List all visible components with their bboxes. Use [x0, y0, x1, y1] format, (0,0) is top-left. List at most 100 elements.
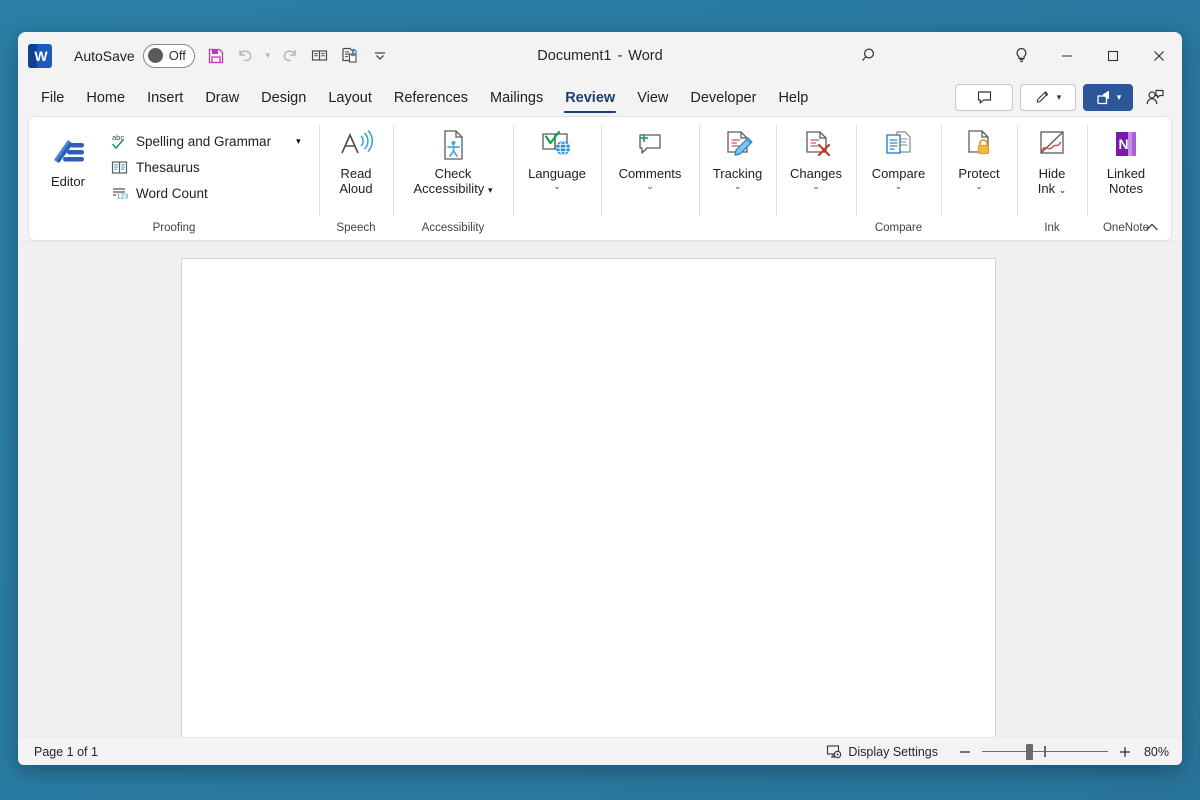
editor-label: Editor: [51, 174, 85, 189]
tab-label: References: [394, 90, 468, 106]
zoom-slider-thumb[interactable]: [1026, 744, 1033, 760]
share-button[interactable]: ▾: [1083, 84, 1133, 111]
autosave-label: AutoSave: [74, 48, 135, 64]
tab-label: Review: [565, 90, 615, 106]
zoom-slider[interactable]: [982, 741, 1108, 763]
group-label-comments: [603, 220, 697, 240]
zoom-level[interactable]: 80%: [1136, 745, 1174, 759]
abc-check-icon: abc: [110, 132, 129, 151]
save-button[interactable]: [201, 41, 231, 71]
app-name: Word: [628, 48, 662, 64]
maximize-button[interactable]: [1090, 32, 1136, 79]
chevron-down-icon: ▾: [1057, 93, 1062, 102]
compare-label: Compare: [872, 166, 925, 181]
reject-change-icon: [797, 125, 835, 165]
group-label-proofing: Proofing: [31, 220, 317, 240]
feedback-button[interactable]: [998, 32, 1044, 79]
page-status[interactable]: Page 1 of 1: [26, 745, 106, 759]
export-button[interactable]: [335, 41, 365, 71]
tab-insert[interactable]: Insert: [136, 79, 194, 116]
person-comment-icon: [1145, 88, 1165, 107]
tab-design[interactable]: Design: [250, 79, 317, 116]
tab-file[interactable]: File: [30, 79, 75, 116]
collapse-ribbon-button[interactable]: [1139, 216, 1165, 238]
chevron-down-icon[interactable]: ⌄: [1059, 185, 1067, 195]
comments-group-button[interactable]: Comments ⌄: [605, 122, 695, 193]
spelling-and-grammar-label: Spelling and Grammar: [136, 134, 271, 149]
tab-help[interactable]: Help: [767, 79, 819, 116]
presence-button[interactable]: [1140, 84, 1170, 111]
tab-label: Help: [778, 90, 808, 106]
document-canvas[interactable]: [18, 241, 1182, 737]
language-label: Language: [528, 166, 586, 181]
zoom-in-button[interactable]: [1114, 741, 1136, 763]
tab-draw[interactable]: Draw: [194, 79, 250, 116]
tab-mailings[interactable]: Mailings: [479, 79, 554, 116]
chevron-down-small-icon: [371, 47, 389, 65]
tab-label: Developer: [690, 90, 756, 106]
language-button[interactable]: Language ⌄: [517, 122, 597, 193]
minimize-icon: [1060, 49, 1074, 63]
display-settings-button[interactable]: Display Settings: [820, 742, 944, 762]
quick-access-toolbar: ▾: [201, 41, 395, 71]
close-button[interactable]: [1136, 32, 1182, 79]
thesaurus-label: Thesaurus: [136, 160, 200, 175]
compare-docs-icon: [880, 125, 918, 165]
group-label-speech: Speech: [321, 220, 391, 240]
spelling-and-grammar-dropdown[interactable]: ▾: [290, 128, 307, 154]
tab-layout[interactable]: Layout: [317, 79, 383, 116]
read-aloud-button[interactable]: Read Aloud: [323, 122, 389, 198]
spelling-and-grammar-button[interactable]: abc Spelling and Grammar: [105, 128, 276, 154]
editing-mode-button[interactable]: ▾: [1020, 84, 1076, 111]
redo-icon: [280, 46, 299, 65]
chevron-down-icon[interactable]: ▾: [488, 185, 493, 195]
changes-button[interactable]: Changes ⌄: [780, 122, 852, 193]
tab-review[interactable]: Review: [554, 79, 626, 116]
minimize-button[interactable]: [1044, 32, 1090, 79]
hide-ink-icon: [1033, 125, 1071, 165]
tab-developer[interactable]: Developer: [679, 79, 767, 116]
customize-qat-button[interactable]: [365, 41, 395, 71]
autosave-toggle[interactable]: Off: [143, 44, 195, 68]
tracking-button[interactable]: Tracking ⌄: [703, 122, 773, 193]
chevron-down-icon[interactable]: ⌄: [553, 182, 561, 191]
check-accessibility-text: Check Accessibility: [414, 166, 485, 196]
word-application-window: AutoSave Off ▾: [18, 32, 1182, 765]
undo-button[interactable]: [231, 41, 261, 71]
svg-text:N: N: [1119, 136, 1129, 152]
check-accessibility-button[interactable]: Check Accessibility ▾: [397, 122, 509, 198]
title-separator: -: [617, 48, 622, 64]
print-layout-button[interactable]: [305, 41, 335, 71]
chevron-down-icon[interactable]: ⌄: [895, 182, 903, 191]
chevron-down-icon[interactable]: ⌄: [975, 182, 983, 191]
document-page[interactable]: [181, 258, 996, 737]
group-label-tracking: [701, 220, 774, 240]
zoom-out-button[interactable]: [954, 741, 976, 763]
protect-button[interactable]: Protect ⌄: [945, 122, 1013, 193]
thesaurus-button[interactable]: Thesaurus: [105, 154, 307, 180]
protect-label: Protect: [958, 166, 999, 181]
chevron-down-icon[interactable]: ⌄: [646, 182, 654, 191]
display-settings-icon: [826, 744, 843, 760]
redo-button[interactable]: [275, 41, 305, 71]
plus-icon: [1118, 745, 1132, 759]
compare-button[interactable]: Compare ⌄: [860, 122, 938, 193]
hide-ink-button[interactable]: Hide Ink ⌄: [1021, 122, 1083, 198]
maximize-icon: [1106, 49, 1120, 63]
linked-notes-label: Linked Notes: [1107, 166, 1145, 196]
chevron-down-icon[interactable]: ⌄: [734, 182, 742, 191]
editor-pen-icon: [48, 133, 88, 173]
chevron-down-icon[interactable]: ⌄: [812, 182, 820, 191]
editor-button[interactable]: Editor: [37, 130, 99, 191]
chevron-down-icon: ▾: [296, 137, 301, 146]
linked-notes-button[interactable]: N Linked Notes: [1091, 122, 1161, 198]
tab-home[interactable]: Home: [75, 79, 136, 116]
tab-view[interactable]: View: [626, 79, 679, 116]
comments-button[interactable]: [955, 84, 1013, 111]
title-bar: AutoSave Off ▾: [18, 32, 1182, 79]
word-count-button[interactable]: 123 Word Count: [105, 180, 307, 206]
search-button[interactable]: [846, 32, 892, 79]
tab-references[interactable]: References: [383, 79, 479, 116]
window-controls: [998, 32, 1182, 79]
undo-dropdown[interactable]: ▾: [261, 41, 275, 71]
